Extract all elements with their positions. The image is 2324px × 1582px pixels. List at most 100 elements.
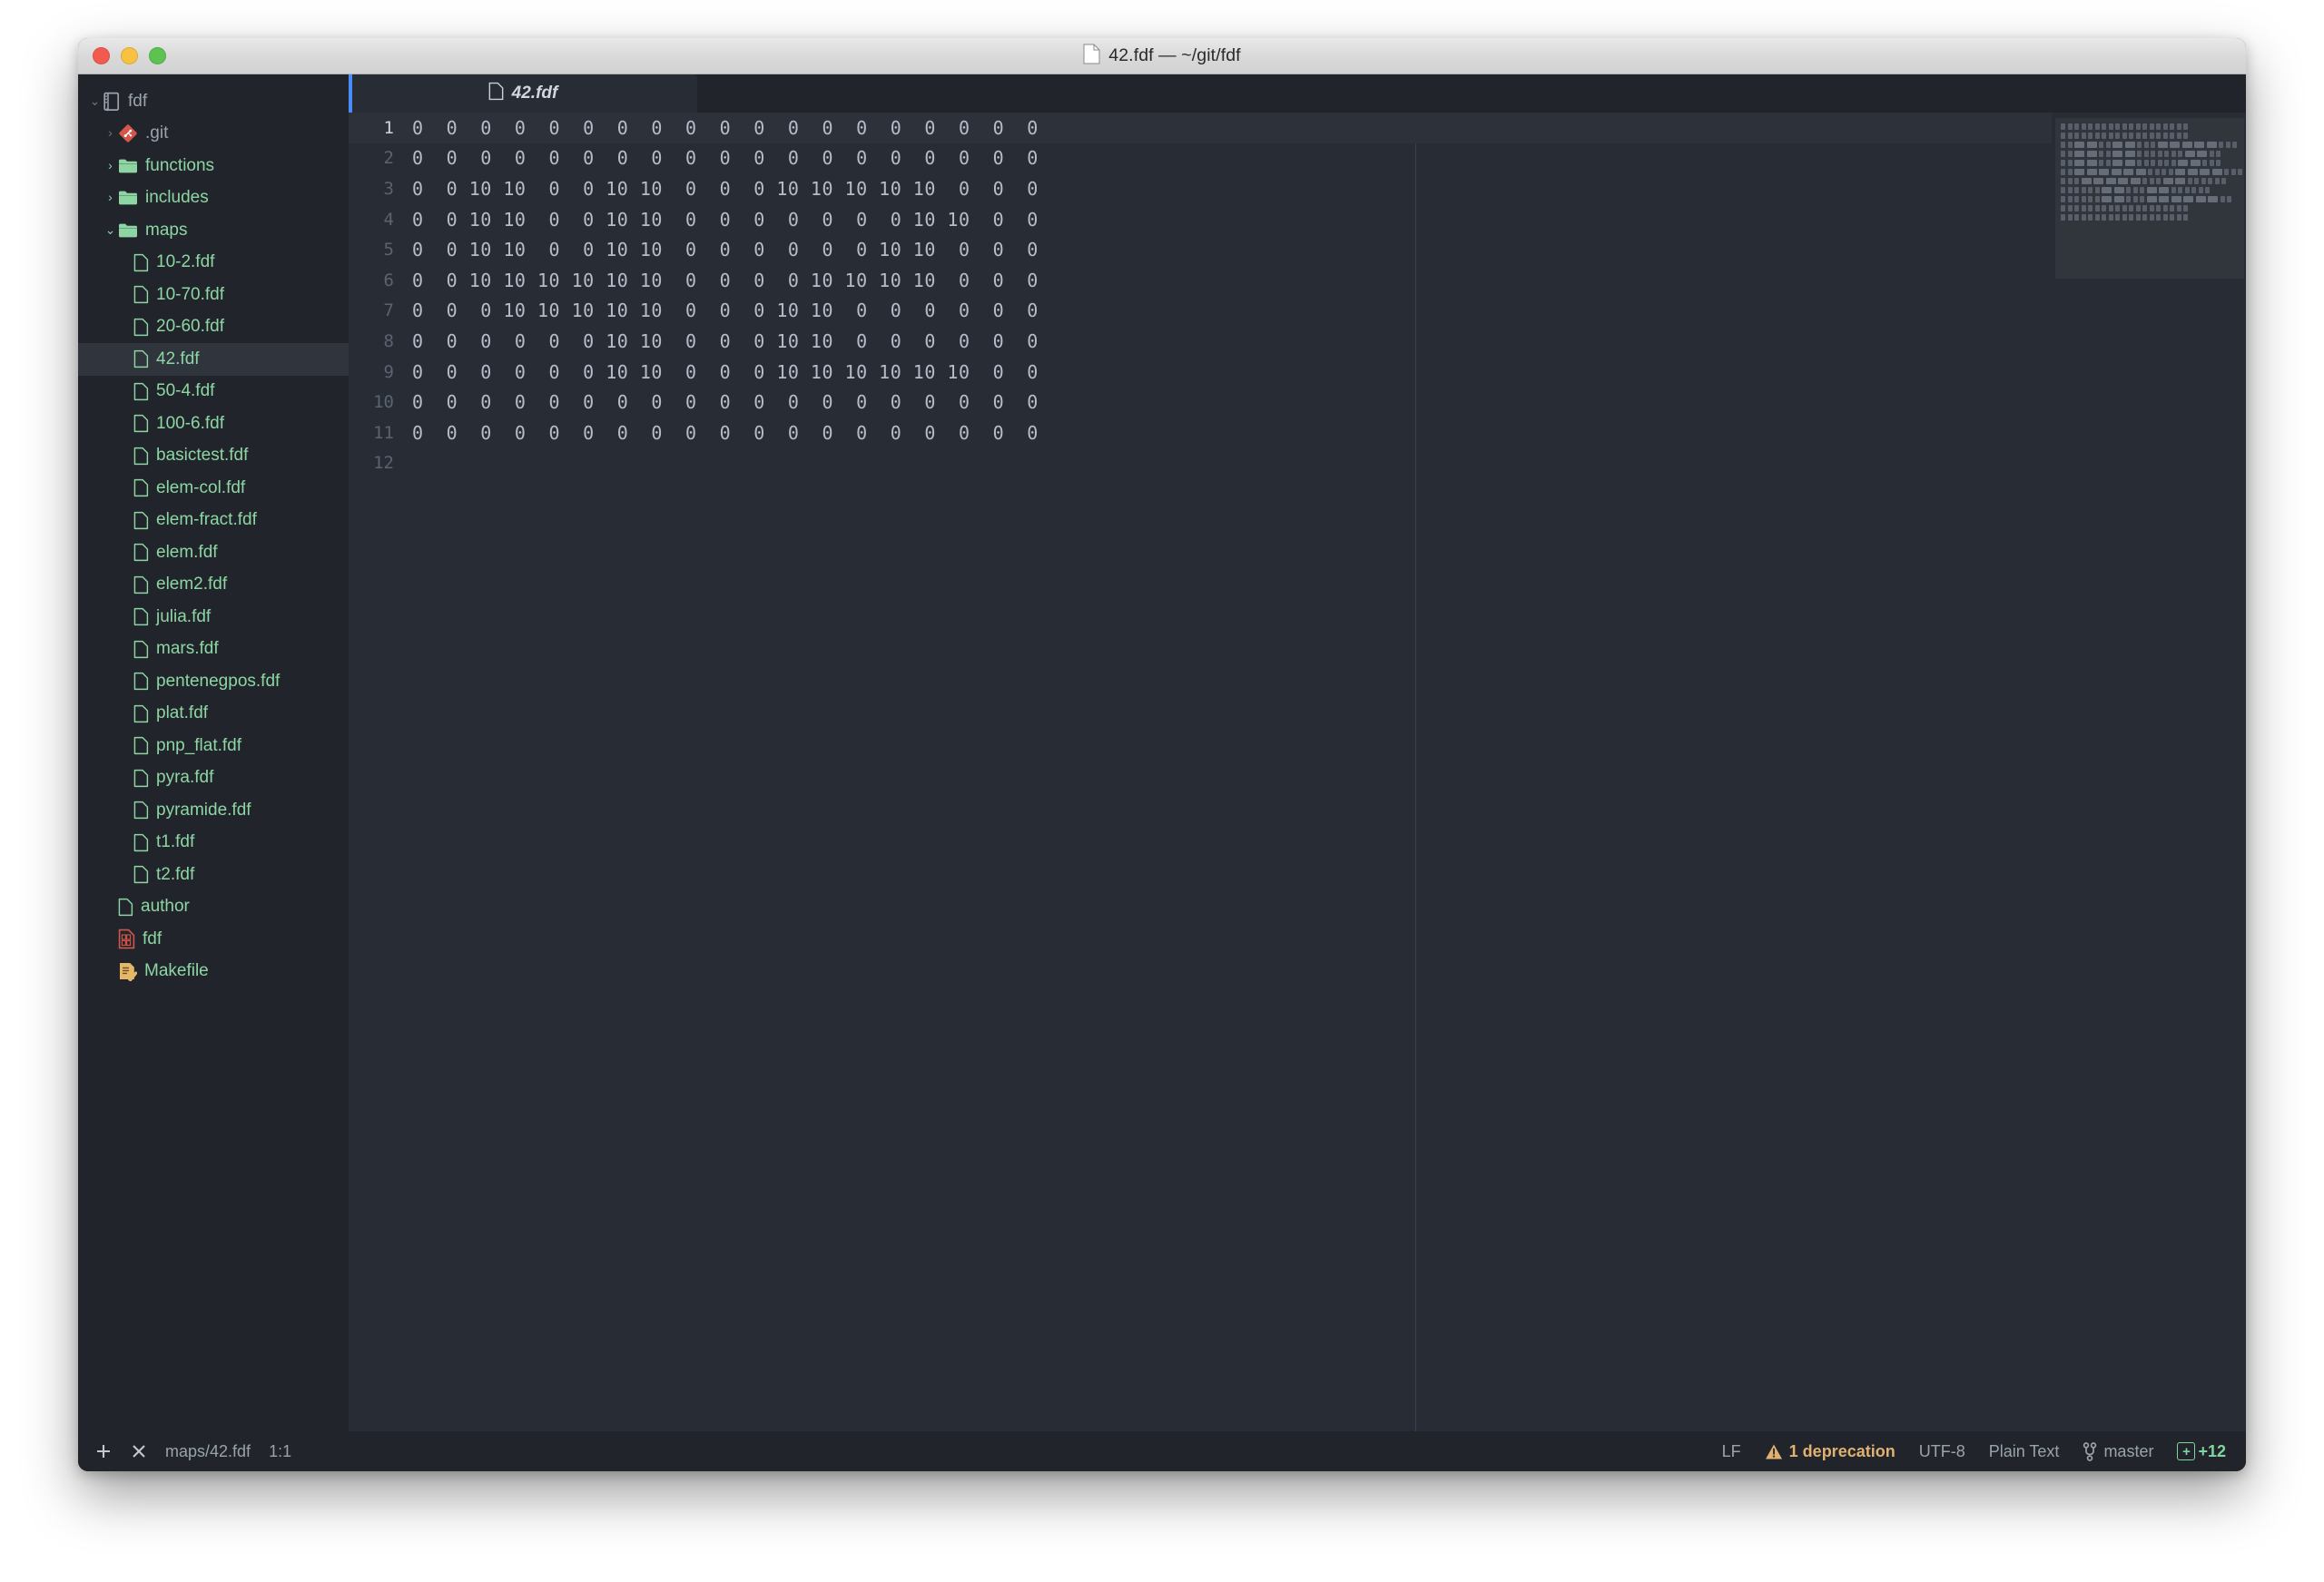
status-branch[interactable]: master [2083, 1442, 2153, 1461]
tree-item-elem-col-fdf[interactable]: elem-col.fdf [78, 472, 349, 505]
status-deprecation[interactable]: 1 deprecation [1765, 1442, 1896, 1461]
tree-item-20-60-fdf[interactable]: 20-60.fdf [78, 311, 349, 344]
minimap-token [2099, 151, 2103, 157]
tree-item-basictest-fdf[interactable]: basictest.fdf [78, 440, 349, 473]
status-encoding[interactable]: UTF-8 [1919, 1442, 1965, 1461]
tree-item-pyramide-fdf[interactable]: pyramide.fdf [78, 794, 349, 827]
tree-item-includes[interactable]: › includes [78, 182, 349, 215]
minimap-token [2067, 196, 2073, 202]
minimize-button[interactable] [121, 47, 138, 64]
chevron-right-icon[interactable]: › [103, 126, 118, 139]
minimap-row [2061, 123, 2242, 130]
minimap-token [2105, 151, 2111, 157]
minimap-token [2194, 178, 2199, 184]
tree-item-functions[interactable]: › functions [78, 150, 349, 182]
tree-item-author[interactable]: author [78, 891, 349, 924]
tree-item-10-2-fdf[interactable]: 10-2.fdf [78, 247, 349, 280]
minimap-token [2183, 123, 2188, 130]
close-button[interactable] [93, 47, 110, 64]
status-file-path[interactable]: maps/42.fdf [165, 1442, 251, 1461]
minimap-token [2102, 205, 2106, 211]
tree-item-pyra-fdf[interactable]: pyra.fdf [78, 762, 349, 795]
minimap-token [2156, 214, 2161, 221]
tab-active-accent [349, 74, 352, 113]
tree-item-maps[interactable]: ⌄ maps [78, 214, 349, 247]
code-line[interactable]: 5 0 0 10 10 0 0 10 10 0 0 0 0 0 0 10 10 0… [349, 234, 2052, 265]
status-cursor-position[interactable]: 1:1 [269, 1442, 291, 1461]
tree-item-makefile[interactable]: Makefile [78, 956, 349, 988]
code-line[interactable]: 2 0 0 0 0 0 0 0 0 0 0 0 0 0 0 0 0 0 0 0 [349, 143, 2052, 174]
tree-item-fdf[interactable]: fdf [78, 923, 349, 956]
tree-item-julia-fdf[interactable]: julia.fdf [78, 601, 349, 634]
minimap-token [2178, 160, 2188, 166]
plus-icon[interactable] [94, 1442, 113, 1460]
file-icon [133, 543, 149, 562]
file-tree-sidebar[interactable]: ⌄ fdf › .git › functions › includes ⌄ maps 10-2.fd… [78, 74, 349, 1431]
minimap-token [2176, 205, 2181, 211]
chevron-down-icon[interactable]: ⌄ [87, 94, 103, 107]
tree-item-elem-fdf[interactable]: elem.fdf [78, 536, 349, 569]
tree-item-fdf[interactable]: ⌄ fdf [78, 85, 349, 118]
code-line[interactable]: 7 0 0 0 10 10 10 10 10 0 0 0 10 10 0 0 0 … [349, 296, 2052, 327]
tree-item-plat-fdf[interactable]: plat.fdf [78, 698, 349, 731]
minimap-token [2137, 151, 2142, 157]
minimap-token [2074, 214, 2079, 221]
tree-item--git[interactable]: › .git [78, 118, 349, 151]
file-icon [133, 575, 149, 594]
tree-item-10-70-fdf[interactable]: 10-70.fdf [78, 279, 349, 311]
minimap-token [2162, 214, 2168, 221]
diff-label: +12 [2198, 1441, 2226, 1460]
minimap-token [2164, 160, 2169, 166]
chevron-right-icon[interactable]: › [103, 191, 118, 203]
tree-item-elem-fract-fdf[interactable]: elem-fract.fdf [78, 505, 349, 537]
tree-item-elem2-fdf[interactable]: elem2.fdf [78, 569, 349, 602]
code-line-text: 0 0 10 10 10 10 10 10 0 0 0 0 10 10 10 1… [412, 269, 1039, 291]
minimap-token [2175, 169, 2185, 175]
status-grammar[interactable]: Plain Text [1989, 1442, 2060, 1461]
tree-item-t1-fdf[interactable]: t1.fdf [78, 827, 349, 860]
zoom-button[interactable] [149, 47, 166, 64]
tree-item-t2-fdf[interactable]: t2.fdf [78, 859, 349, 891]
code-line[interactable]: 4 0 0 10 10 0 0 10 10 0 0 0 0 0 0 0 10 10… [349, 204, 2052, 235]
chevron-right-icon[interactable]: › [103, 159, 118, 172]
tab-42-fdf[interactable]: 42.fdf [349, 74, 697, 113]
code-line[interactable]: 12 [349, 448, 2052, 479]
status-diff[interactable]: + +12 [2177, 1442, 2226, 1461]
minimap-token [2130, 178, 2141, 184]
tree-item-100-6-fdf[interactable]: 100-6.fdf [78, 408, 349, 440]
code-line[interactable]: 10 0 0 0 0 0 0 0 0 0 0 0 0 0 0 0 0 0 0 0 [349, 387, 2052, 418]
minimap[interactable] [2052, 113, 2246, 1431]
tree-item-42-fdf[interactable]: 42.fdf [78, 343, 349, 376]
minimap-token [2156, 123, 2161, 130]
tree-item-50-4-fdf[interactable]: 50-4.fdf [78, 376, 349, 408]
code-line[interactable]: 11 0 0 0 0 0 0 0 0 0 0 0 0 0 0 0 0 0 0 0 [349, 418, 2052, 448]
minimap-token [2061, 205, 2065, 211]
line-number: 8 [383, 330, 394, 351]
minimap-token [2175, 178, 2185, 184]
warning-triangle-icon [1765, 1443, 1783, 1460]
minimap-token [2159, 187, 2169, 193]
minimap-row [2061, 151, 2242, 157]
minimap-token [2081, 214, 2086, 221]
minimap-token [2176, 214, 2181, 221]
tree-item-mars-fdf[interactable]: mars.fdf [78, 634, 349, 666]
minimap-token [2124, 142, 2135, 148]
chevron-down-icon[interactable]: ⌄ [103, 223, 118, 236]
status-bar-left: maps/42.fdf 1:1 [94, 1442, 291, 1461]
status-line-ending[interactable]: LF [1722, 1442, 1741, 1461]
file-tree: ⌄ fdf › .git › functions › includes ⌄ maps 10-2.fd… [78, 85, 349, 988]
tree-item-pentenegpos-fdf[interactable]: pentenegpos.fdf [78, 665, 349, 698]
code-line[interactable]: 8 0 0 0 0 0 0 10 10 0 0 0 10 10 0 0 0 0 0… [349, 326, 2052, 357]
code-line[interactable]: 3 0 0 10 10 0 0 10 10 0 0 0 10 10 10 10 1… [349, 173, 2052, 204]
editor-viewport[interactable]: 10 0 0 0 0 0 0 0 0 0 0 0 0 0 0 0 0 0 020… [349, 113, 2246, 1431]
editor-window: 42.fdf — ~/git/fdf ⌄ fdf › .git › functions › i… [78, 38, 2246, 1471]
code-editor[interactable]: 10 0 0 0 0 0 0 0 0 0 0 0 0 0 0 0 0 0 020… [349, 113, 2052, 1431]
code-line[interactable]: 9 0 0 0 0 0 0 10 10 0 0 0 10 10 10 10 10 … [349, 357, 2052, 388]
tree-item-pnp-flat-fdf[interactable]: pnp_flat.fdf [78, 730, 349, 762]
file-icon [133, 865, 149, 884]
code-line[interactable]: 1 0 0 0 0 0 0 0 0 0 0 0 0 0 0 0 0 0 0 0 [349, 113, 2052, 143]
file-icon [133, 704, 149, 723]
minimap-row [2061, 142, 2242, 148]
close-icon[interactable] [131, 1443, 147, 1459]
code-line[interactable]: 6 0 0 10 10 10 10 10 10 0 0 0 0 10 10 10 … [349, 265, 2052, 296]
